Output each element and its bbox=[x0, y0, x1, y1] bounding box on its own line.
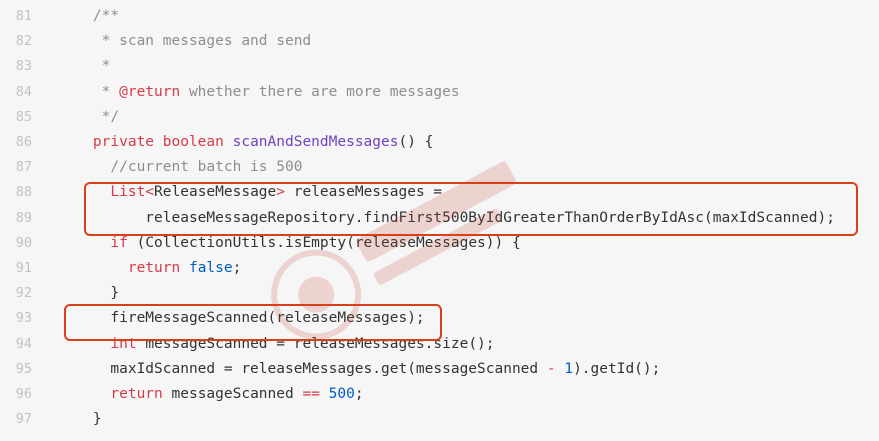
code-token: releaseMessages = bbox=[285, 184, 443, 201]
code-token: * scan messages and send bbox=[58, 33, 312, 50]
line-number: 95 bbox=[15, 360, 32, 377]
code-text: private boolean scanAndSendMessages() { bbox=[58, 130, 433, 155]
code-token: ; bbox=[232, 260, 242, 276]
code-line: 95 maxIdScanned = releaseMessages.get(me… bbox=[0, 357, 879, 382]
code-token: return bbox=[127, 260, 181, 276]
code-token: - bbox=[546, 360, 556, 377]
line-number: 96 bbox=[15, 386, 32, 402]
code-token: } bbox=[58, 411, 102, 428]
code-line: 89 releaseMessageRepository.findFirst500… bbox=[0, 206, 879, 231]
code-token: 500 bbox=[328, 386, 355, 402]
code-token: * bbox=[58, 58, 111, 75]
code-text: return false; bbox=[58, 256, 242, 281]
code-token: //current batch is 500 bbox=[58, 159, 303, 176]
code-line: 84 * @return whether there are more mess… bbox=[0, 80, 879, 105]
code-token: @return bbox=[119, 83, 181, 100]
code-token: == bbox=[302, 386, 320, 402]
code-text: return messageScanned == 500; bbox=[58, 382, 364, 407]
line-number: 89 bbox=[15, 209, 32, 226]
line-number: 92 bbox=[15, 285, 32, 302]
code-token: } bbox=[58, 285, 120, 302]
code-line: 91 return false; bbox=[0, 256, 879, 281]
code-token: < bbox=[145, 184, 155, 201]
code-line: 83 * bbox=[0, 54, 879, 79]
code-text: //current batch is 500 bbox=[58, 155, 302, 180]
line-number: 97 bbox=[15, 411, 32, 428]
code-token: false bbox=[188, 260, 233, 276]
code-token: private boolean bbox=[92, 134, 224, 150]
code-text: * scan messages and send bbox=[58, 29, 312, 54]
code-line: 82 * scan messages and send bbox=[0, 29, 879, 54]
code-text: * bbox=[58, 54, 111, 79]
line-number: 87 bbox=[15, 159, 32, 176]
line-number: 83 bbox=[15, 58, 32, 75]
code-token: releaseMessageRepository.findFirst500ByI… bbox=[58, 209, 835, 226]
code-line: 93 fireMessageScanned(releaseMessages); bbox=[0, 306, 879, 331]
code-token: if bbox=[110, 234, 128, 251]
code-line: 88 List<ReleaseMessage> releaseMessages … bbox=[0, 180, 879, 205]
code-token: List bbox=[110, 184, 146, 201]
line-number: 88 bbox=[15, 184, 32, 201]
code-text: * @return whether there are more message… bbox=[58, 80, 460, 105]
line-number: 86 bbox=[15, 134, 32, 150]
code-text: releaseMessageRepository.findFirst500ByI… bbox=[58, 206, 835, 231]
line-number: 85 bbox=[15, 108, 32, 125]
code-text: maxIdScanned = releaseMessages.get(messa… bbox=[58, 357, 660, 382]
code-token: */ bbox=[58, 108, 120, 125]
code-line: 85 */ bbox=[0, 105, 879, 130]
code-token: () { bbox=[398, 134, 434, 150]
code-token: * bbox=[58, 83, 120, 100]
code-token: whether there are more messages bbox=[180, 83, 460, 100]
code-token: ; bbox=[354, 386, 364, 402]
code-text: List<ReleaseMessage> releaseMessages = bbox=[58, 180, 442, 205]
code-line: 92 } bbox=[0, 281, 879, 306]
line-number: 91 bbox=[15, 260, 32, 276]
line-number: 82 bbox=[15, 33, 32, 50]
code-text: int messageScanned = releaseMessages.siz… bbox=[58, 332, 495, 357]
line-number: 81 bbox=[15, 8, 32, 24]
line-number: 93 bbox=[15, 310, 32, 327]
code-token: int bbox=[110, 335, 137, 352]
code-text: if (CollectionUtils.isEmpty(releaseMessa… bbox=[58, 231, 521, 256]
code-line: 96 return messageScanned == 500; bbox=[0, 382, 879, 407]
code-token: (CollectionUtils.isEmpty(releaseMessages… bbox=[127, 234, 521, 251]
code-token: fireMessageScanned(releaseMessages); bbox=[58, 310, 425, 327]
code-token: scanAndSendMessages bbox=[232, 134, 399, 150]
code-line: 81 /** bbox=[0, 4, 879, 29]
line-number: 90 bbox=[15, 234, 32, 251]
code-line: 90 if (CollectionUtils.isEmpty(releaseMe… bbox=[0, 231, 879, 256]
code-text: } bbox=[58, 407, 102, 432]
code-text: */ bbox=[58, 105, 119, 130]
code-line: 86 private boolean scanAndSendMessages()… bbox=[0, 130, 879, 155]
code-editor: 81 /** 82 * scan messages and send 83 * 84 … bbox=[0, 0, 879, 441]
code-token: messageScanned bbox=[162, 386, 303, 402]
code-token: ).getId(); bbox=[573, 360, 661, 377]
code-line: 94 int messageScanned = releaseMessages.… bbox=[0, 332, 879, 357]
code-text: fireMessageScanned(releaseMessages); bbox=[58, 306, 425, 331]
code-token: maxIdScanned = releaseMessages.get(messa… bbox=[58, 360, 547, 377]
code-token: ReleaseMessage bbox=[154, 184, 277, 201]
code-token: messageScanned = releaseMessages.size(); bbox=[136, 335, 495, 352]
code-token: /** bbox=[58, 8, 120, 24]
line-number: 94 bbox=[15, 335, 32, 352]
code-text: /** bbox=[58, 4, 119, 29]
code-line: 87 //current batch is 500 bbox=[0, 155, 879, 180]
code-token: return bbox=[110, 386, 163, 402]
line-number: 84 bbox=[15, 83, 32, 100]
code-token: > bbox=[276, 184, 285, 201]
code-line: 97 } bbox=[0, 407, 879, 432]
code-token: 1 bbox=[564, 360, 574, 377]
code-text: } bbox=[58, 281, 119, 306]
